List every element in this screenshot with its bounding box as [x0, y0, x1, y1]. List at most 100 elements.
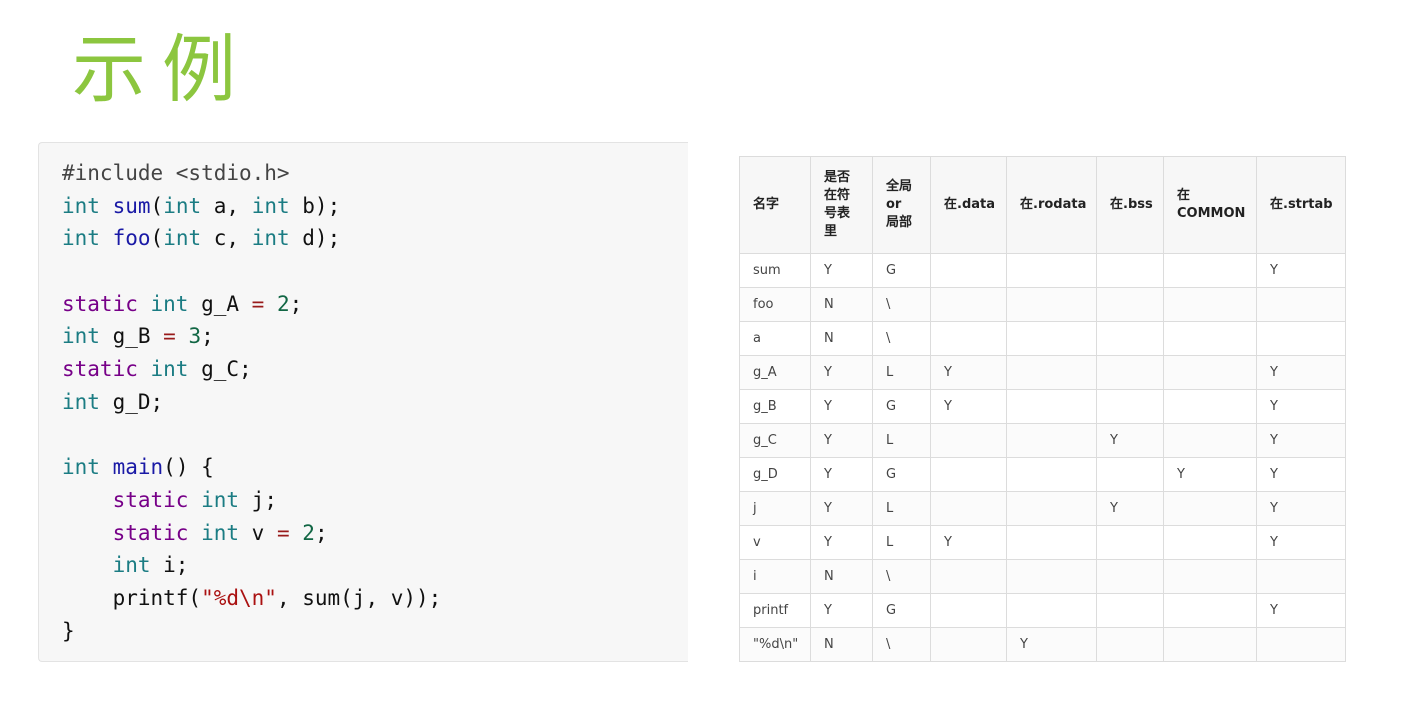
table-cell: N — [810, 321, 873, 356]
code-token-plain: d); — [289, 226, 341, 251]
table-cell — [930, 287, 1007, 322]
code-token-plain: , sum(j, v)); — [276, 585, 442, 610]
code-token-type: int — [251, 193, 290, 218]
table-cell: foo — [739, 287, 811, 322]
code-token-num: 3 — [188, 324, 202, 349]
table-cell — [1096, 559, 1164, 594]
table-cell — [1096, 627, 1164, 662]
code-token-plain: i; — [150, 553, 189, 578]
slide-title: 示例 — [72, 27, 252, 113]
table-row: g_D Y G Y Y — [739, 457, 1346, 492]
table-cell — [1096, 321, 1164, 356]
table-cell: L — [872, 525, 931, 560]
column-header: 在 COMMON — [1163, 156, 1257, 254]
column-header: 在.rodata — [1006, 156, 1097, 254]
code-token-plain: j; — [239, 487, 277, 512]
code-token-type: int — [62, 389, 100, 414]
table-cell — [1163, 321, 1257, 356]
table-cell: N — [810, 627, 873, 662]
table-cell — [1006, 355, 1097, 390]
table-cell — [930, 559, 1007, 594]
table-cell: Y — [810, 491, 873, 526]
table-cell: g_D — [739, 457, 811, 492]
table-cell: Y — [1256, 253, 1346, 288]
table-cell: G — [872, 253, 931, 288]
table-cell — [1256, 559, 1346, 594]
table-cell: Y — [810, 423, 873, 458]
code-line: int g_B = 3; — [62, 320, 688, 353]
code-line: int foo(int c, int d); — [62, 222, 688, 255]
table-cell — [1256, 627, 1346, 662]
table-cell: \ — [872, 321, 931, 356]
code-token-fn: foo — [112, 226, 151, 251]
table-cell — [1096, 389, 1164, 424]
table-cell: g_B — [739, 389, 811, 424]
column-header-text: 在.rodata — [1020, 197, 1087, 212]
table-cell: g_C — [739, 423, 811, 458]
code-token-kw: static — [112, 520, 189, 545]
table-cell — [1006, 253, 1097, 288]
table-cell — [1006, 287, 1097, 322]
code-token-plain: v — [239, 520, 277, 545]
table-row: g_C Y L Y Y — [739, 423, 1346, 458]
table-cell — [1096, 457, 1164, 492]
code-token-plain: ; — [201, 324, 214, 349]
table-cell: Y — [1256, 593, 1346, 628]
table-cell: L — [872, 423, 931, 458]
code-line: static int j; — [62, 484, 688, 517]
code-token-num: 2 — [302, 520, 315, 545]
code-block[interactable]: #include <stdio.h> int sum(int a, int b);… — [38, 142, 688, 662]
table-cell: v — [739, 525, 811, 560]
table-cell: "%d\n" — [739, 627, 811, 662]
code-token-kw: static — [62, 291, 138, 316]
table-cell — [1163, 355, 1257, 390]
column-header-text: 在符 — [824, 188, 851, 203]
column-header: 在.strtab — [1256, 156, 1346, 254]
column-header-text: 号表 — [824, 206, 851, 221]
table-cell: Y — [1096, 423, 1164, 458]
code-token-type: int — [62, 455, 100, 480]
code-line: int g_D; — [62, 386, 688, 419]
symbol-table: 名字 是否 在符 号表里全局 or 局部 在.data 在.rodata 在.bss 在 COMMO… — [739, 156, 1346, 662]
column-header: 在.data — [930, 156, 1007, 254]
table-cell — [1096, 287, 1164, 322]
code-token-plain: g_C; — [188, 357, 252, 382]
column-header-text: 里 — [824, 224, 838, 239]
table-row: foo N \ — [739, 287, 1346, 322]
table-cell — [1006, 525, 1097, 560]
column-header-text: COMMON — [1177, 206, 1246, 221]
code-token-kw: static — [62, 357, 138, 382]
code-line: printf("%d\n", sum(j, v)); — [62, 582, 688, 615]
table-cell: Y — [1006, 627, 1097, 662]
table-cell: a — [739, 321, 811, 356]
code-token-type: int — [201, 487, 240, 512]
table-cell — [1096, 525, 1164, 560]
column-header-text: 是否 — [824, 170, 851, 185]
column-header: 全局 or 局部 — [872, 156, 931, 254]
table-cell — [1163, 253, 1257, 288]
table-cell: Y — [1256, 491, 1346, 526]
code-token-type: int — [62, 226, 100, 251]
code-token-plain: ( — [150, 193, 164, 218]
table-cell: Y — [1256, 389, 1346, 424]
table-cell — [1006, 423, 1097, 458]
code-token-plain: g_B — [99, 324, 164, 349]
table-cell — [1163, 559, 1257, 594]
column-header-text: 局部 — [886, 215, 913, 230]
code-token-plain: c, — [201, 226, 252, 251]
code-token-plain: ; — [314, 520, 328, 545]
code-line: static int g_A = 2; — [62, 288, 688, 321]
code-token-type: int — [201, 520, 240, 545]
code-token-pre: #include <stdio.h> — [62, 161, 290, 185]
table-cell: printf — [739, 593, 811, 628]
table-cell — [930, 593, 1007, 628]
code-line: } — [62, 615, 688, 648]
table-cell: Y — [810, 389, 873, 424]
